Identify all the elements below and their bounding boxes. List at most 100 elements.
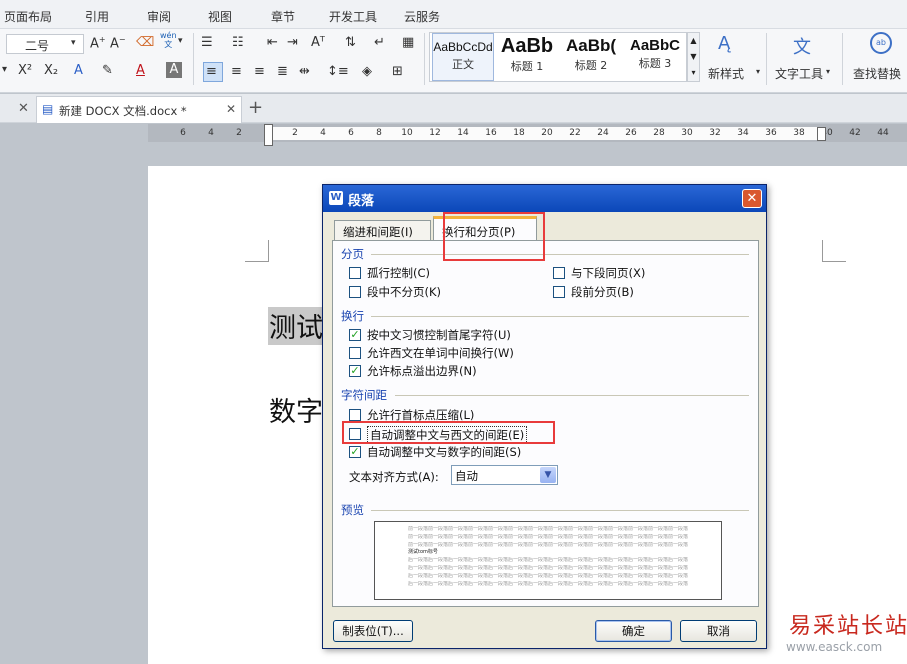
text-alignment-value: 自动 [455, 469, 478, 483]
shading-icon[interactable]: ◈ [362, 64, 372, 79]
style-normal[interactable]: AaBbCcDd 正文 [432, 33, 494, 81]
ok-button[interactable]: 确定 [595, 620, 672, 642]
section-char-spacing-title: 字符间距 [341, 388, 387, 402]
font-color-icon[interactable]: A [136, 63, 145, 78]
justify-icon[interactable]: ≣ [277, 64, 288, 79]
ruler-tick-label: 10 [401, 128, 413, 138]
document-icon: ▤ [42, 102, 54, 116]
align-center-icon[interactable]: ≡ [231, 64, 242, 79]
style-gallery-scroll[interactable]: ▲ ▼ ▾ [687, 32, 700, 82]
highlight-icon[interactable]: ✎ [102, 63, 113, 78]
dialog-titlebar[interactable]: W 段落 ✕ [323, 185, 766, 212]
dialog-close-icon[interactable]: ✕ [742, 189, 762, 208]
cancel-button[interactable]: 取消 [680, 620, 757, 642]
menu-page-layout[interactable]: 页面布局 [4, 8, 52, 25]
chinese-rules-checkbox[interactable]: ✓ [349, 329, 361, 341]
superscript-icon[interactable]: X² [18, 63, 32, 78]
border-icon[interactable]: ⊞ [392, 64, 403, 79]
ruler-tick-label: 22 [569, 128, 581, 138]
table-icon[interactable]: ▦ [402, 35, 414, 50]
menu-view[interactable]: 视图 [208, 8, 232, 25]
keep-lines-together-checkbox[interactable] [349, 286, 361, 298]
right-indent-marker[interactable] [817, 127, 826, 141]
new-style-label[interactable]: 新样式 [708, 65, 744, 82]
word-wrap-checkbox[interactable] [349, 347, 361, 359]
ruler-tick-label: 32 [709, 128, 721, 138]
line-spacing-icon[interactable]: ↕≡ [327, 64, 349, 79]
tab-stops-button[interactable]: 制表位(T)... [333, 620, 413, 642]
text-effect-icon[interactable]: A [74, 63, 83, 78]
style-name: 标题 2 [574, 59, 608, 72]
indent-marker[interactable] [264, 124, 273, 146]
menu-bar: 页面布局 引用 审阅 视图 章节 开发工具 云服务 [0, 0, 907, 29]
sort-icon[interactable]: ⇅ [345, 35, 356, 50]
document-tab-title: 新建 DOCX 文档.docx * [59, 104, 187, 118]
dialog-title: 段落 [348, 194, 375, 209]
auto-space-asian-number-checkbox[interactable]: ✓ [349, 446, 361, 458]
style-name: 标题 3 [638, 57, 672, 70]
menu-cloud[interactable]: 云服务 [404, 8, 440, 25]
chevron-down-icon[interactable]: ▼ [540, 467, 556, 483]
style-heading-2[interactable]: AaBb( 标题 2 [560, 33, 622, 81]
document-line-2[interactable]: 数字 [269, 390, 323, 429]
widow-control-checkbox[interactable] [349, 267, 361, 279]
numbered-list-icon[interactable]: ☷ [232, 35, 244, 50]
preview-next-line: 后一段落后一段落后一段落后一段落后一段落后一段落后一段落后一段落后一段落后一段落… [408, 580, 688, 587]
ruler-tick-label: 8 [376, 128, 382, 138]
watermark-url: www.easck.com [786, 640, 883, 654]
ruler-tick-label: 42 [849, 128, 861, 138]
menu-section[interactable]: 章节 [271, 8, 295, 25]
new-tab-icon[interactable]: + [248, 97, 263, 118]
char-shading-icon[interactable]: A [166, 62, 182, 78]
text-direction-icon[interactable]: Aᵀ [311, 35, 325, 50]
page-break-before-checkbox[interactable] [553, 286, 565, 298]
ruler-tick-label: 4 [320, 128, 326, 138]
find-replace-label[interactable]: 查找替换 [853, 65, 901, 82]
word-wrap-label: 允许西文在单词中间换行(W) [367, 346, 514, 360]
show-marks-icon[interactable]: ↵ [374, 35, 385, 50]
ruler-tick-label: 12 [429, 128, 441, 138]
style-heading-3[interactable]: AaBbC 标题 3 [624, 33, 686, 81]
text-alignment-select[interactable]: 自动 ▼ [451, 465, 558, 485]
annotation-highlight-option [342, 421, 555, 444]
chevron-down-icon: ▾ [826, 67, 831, 76]
phonetic-guide-icon[interactable]: wén 文 [160, 31, 177, 49]
close-tab-icon[interactable]: ✕ [226, 102, 236, 116]
distribute-icon[interactable]: ⇹ [299, 64, 310, 79]
ruler-tick-label: 2 [292, 128, 298, 138]
ruler-tick-label: 2 [236, 128, 242, 138]
shrink-font-icon[interactable]: A− [110, 35, 126, 51]
increase-indent-icon[interactable]: ⇥ [287, 35, 298, 50]
close-icon[interactable]: ✕ [18, 101, 29, 116]
section-line-break-title: 换行 [341, 309, 364, 323]
preview-next-line: 后一段落后一段落后一段落后一段落后一段落后一段落后一段落后一段落后一段落后一段落… [408, 572, 688, 579]
chevron-down-icon[interactable]: ▾ [178, 36, 183, 46]
align-right-icon[interactable]: ≡ [254, 64, 265, 79]
chevron-down-icon: ▾ [71, 38, 76, 48]
new-style-icon: Ą [718, 33, 731, 54]
keep-with-next-checkbox[interactable] [553, 267, 565, 279]
font-size-value: 二号 [25, 39, 50, 53]
preview-next-line: 后一段落后一段落后一段落后一段落后一段落后一段落后一段落后一段落后一段落后一段落… [408, 557, 688, 564]
menu-review[interactable]: 审阅 [147, 8, 171, 25]
hanging-punctuation-checkbox[interactable]: ✓ [349, 365, 361, 377]
chevron-down-icon: ▾ [756, 67, 761, 76]
menu-developer[interactable]: 开发工具 [329, 8, 377, 25]
tab-indent-spacing[interactable]: 缩进和间距(I) [334, 220, 431, 240]
style-preview: AaBbC [629, 37, 680, 54]
document-line-1[interactable]: 测试 [269, 306, 323, 345]
clear-format-icon[interactable]: ⌫ [136, 35, 154, 50]
menu-references[interactable]: 引用 [85, 8, 109, 25]
font-size-select[interactable]: 二号 ▾ [6, 34, 84, 54]
document-tab[interactable]: ▤ 新建 DOCX 文档.docx * ✕ [36, 96, 242, 123]
chevron-down-icon[interactable]: ▾ [2, 64, 7, 75]
grow-font-icon[interactable]: A+ [90, 35, 106, 51]
bullet-list-icon[interactable]: ☰ [201, 35, 213, 50]
decrease-indent-icon[interactable]: ⇤ [267, 35, 278, 50]
style-heading-1[interactable]: AaBb 标题 1 [496, 33, 558, 81]
ruler-tick-label: 6 [180, 128, 186, 138]
find-replace-icon: ab [870, 32, 892, 54]
subscript-icon[interactable]: X₂ [44, 63, 58, 78]
text-tools-label[interactable]: 文字工具 [775, 65, 823, 82]
compress-punctuation-checkbox[interactable] [349, 409, 361, 421]
